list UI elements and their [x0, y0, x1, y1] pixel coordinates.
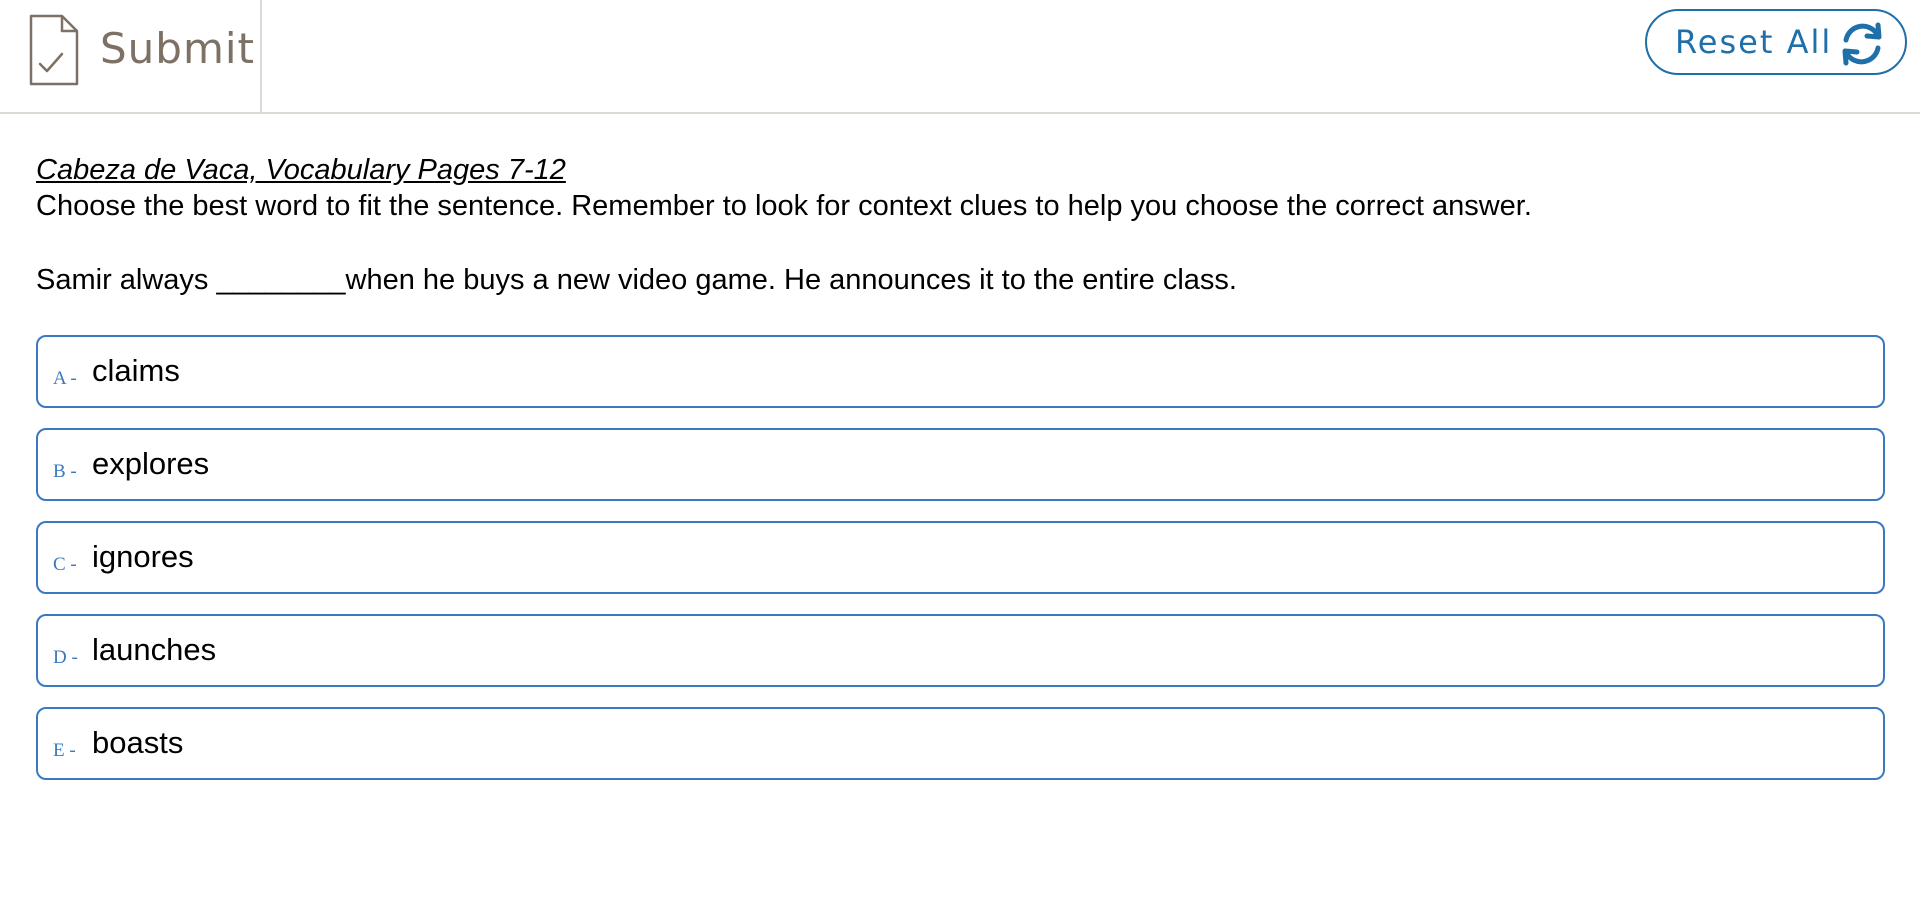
reset-all-label: Reset All — [1675, 23, 1833, 61]
option-text: ignores — [92, 539, 194, 574]
submit-button[interactable]: Submit — [0, 0, 262, 112]
option-text: boasts — [92, 725, 184, 760]
option-c[interactable]: C - ignores — [36, 521, 1885, 594]
reset-all-button[interactable]: Reset All — [1645, 9, 1907, 75]
answer-options: A - claims B - explores C - ignores D - … — [36, 335, 1885, 800]
option-text: launches — [92, 632, 217, 667]
option-text: explores — [92, 446, 210, 481]
option-letter: D - — [53, 647, 78, 668]
option-a[interactable]: A - claims — [36, 335, 1885, 408]
question-prompt: Samir always ________when he buys a new … — [36, 264, 1237, 296]
option-d[interactable]: D - launches — [36, 614, 1885, 687]
option-e[interactable]: E - boasts — [36, 707, 1885, 780]
option-letter: E - — [53, 740, 76, 761]
toolbar: Submit Reset All — [0, 0, 1920, 114]
option-letter: C - — [53, 554, 77, 575]
question-title: Cabeza de Vaca, Vocabulary Pages 7-12 — [36, 154, 566, 186]
option-letter: B - — [53, 461, 77, 482]
option-b[interactable]: B - explores — [36, 428, 1885, 501]
option-letter: A - — [53, 368, 77, 389]
document-check-icon — [28, 14, 80, 86]
submit-label: Submit — [100, 24, 255, 73]
question-content: Cabeza de Vaca, Vocabulary Pages 7-12 Ch… — [36, 152, 1886, 298]
option-text: claims — [92, 353, 180, 388]
question-instructions: Choose the best word to fit the sentence… — [36, 190, 1532, 222]
refresh-icon — [1837, 19, 1887, 69]
